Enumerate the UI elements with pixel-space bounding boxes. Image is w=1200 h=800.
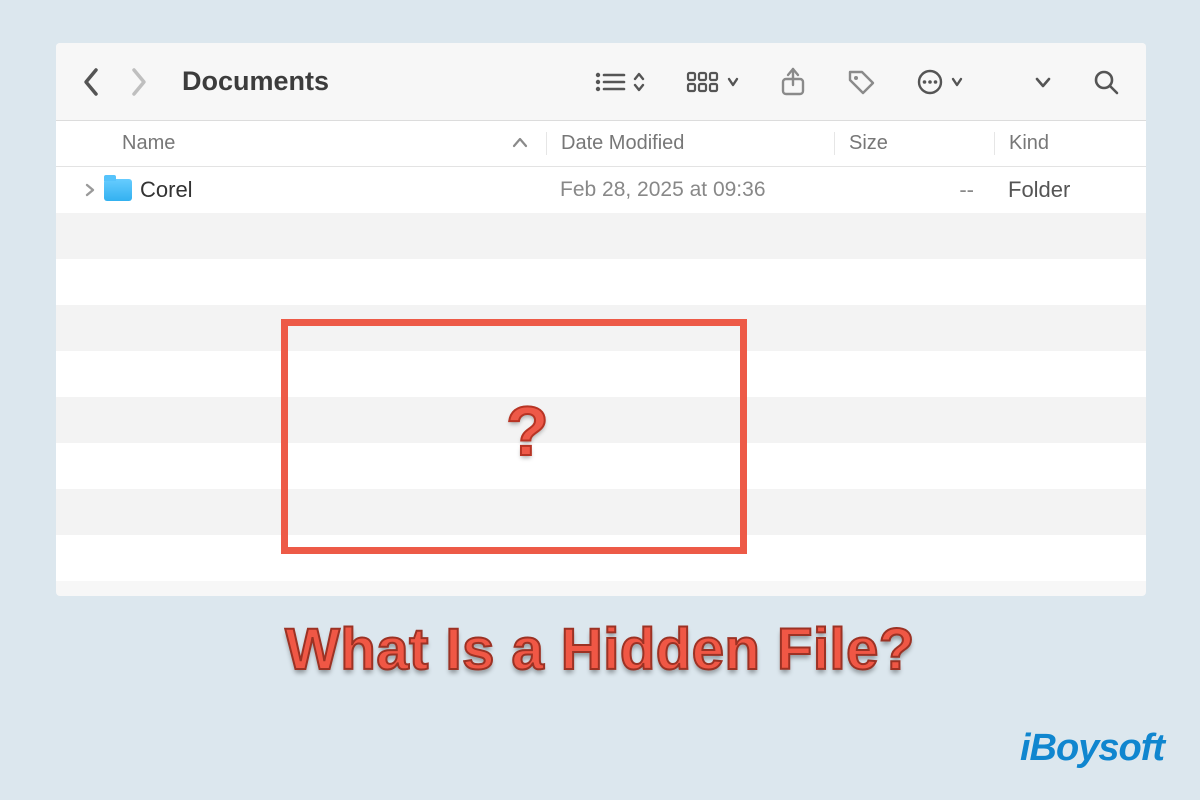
file-listing: Corel Feb 28, 2025 at 09:36 -- Folder — [56, 167, 1146, 581]
folder-icon — [104, 179, 132, 201]
table-row — [56, 259, 1146, 305]
brand-logo: iBoysoft — [1020, 727, 1164, 770]
column-headers: Name Date Modified Size Kind — [56, 121, 1146, 167]
file-kind: Folder — [994, 177, 1146, 203]
table-row — [56, 305, 1146, 351]
caption-text: What Is a Hidden File? — [0, 616, 1200, 683]
table-row — [56, 351, 1146, 397]
nav-arrows — [82, 67, 148, 97]
forward-button[interactable] — [130, 67, 148, 97]
search-button[interactable] — [1092, 68, 1120, 96]
table-row — [56, 535, 1146, 581]
toolbar: Documents — [56, 43, 1146, 121]
share-button[interactable] — [780, 67, 806, 97]
table-row — [56, 397, 1146, 443]
file-size: -- — [834, 177, 994, 203]
header-name-label: Name — [122, 132, 512, 155]
more-button[interactable] — [916, 68, 964, 96]
tags-button[interactable] — [846, 68, 876, 96]
window-title: Documents — [182, 66, 594, 97]
finder-window: Documents — [56, 43, 1146, 596]
table-row — [56, 443, 1146, 489]
file-name: Corel — [140, 177, 193, 203]
view-list-button[interactable] — [594, 70, 646, 94]
table-row[interactable]: Corel Feb 28, 2025 at 09:36 -- Folder — [56, 167, 1146, 213]
dropdown-button[interactable] — [1034, 70, 1052, 94]
group-button[interactable] — [686, 70, 740, 94]
back-button[interactable] — [82, 67, 100, 97]
header-name[interactable]: Name — [56, 132, 546, 155]
table-row — [56, 489, 1146, 535]
header-date[interactable]: Date Modified — [546, 132, 834, 155]
file-date: Feb 28, 2025 at 09:36 — [546, 178, 834, 202]
header-size[interactable]: Size — [834, 132, 994, 155]
sort-indicator-icon — [512, 132, 528, 155]
disclosure-triangle-icon[interactable] — [84, 182, 96, 198]
table-row — [56, 213, 1146, 259]
header-kind[interactable]: Kind — [994, 132, 1146, 155]
